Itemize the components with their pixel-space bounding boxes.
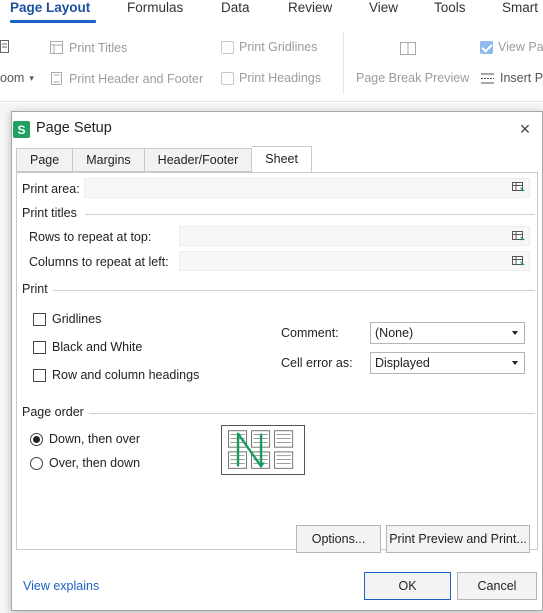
page-setup-icon[interactable]	[0, 40, 10, 54]
tab-margins[interactable]: Margins	[73, 148, 145, 172]
view-page-label: View Pa	[498, 40, 543, 54]
chevron-down-icon	[512, 331, 518, 335]
rows-repeat-input[interactable]	[179, 226, 530, 246]
print-titles-label: Print Titles	[69, 40, 128, 55]
print-gridlines-label: Print Gridlines	[239, 40, 318, 54]
row-col-headings-checkbox[interactable]	[33, 369, 46, 382]
cols-repeat-input[interactable]	[179, 251, 530, 271]
page-break-preview-label: Page Break Preview	[356, 71, 470, 85]
print-titles-button[interactable]: Print Titles	[49, 40, 127, 55]
down-then-over-label: Down, then over	[49, 432, 141, 446]
checkbox-icon	[221, 40, 234, 54]
over-then-down-radio[interactable]	[30, 457, 43, 470]
page-break-icon[interactable]	[399, 41, 417, 56]
gridlines-checkbox[interactable]	[33, 313, 46, 326]
tab-view[interactable]: View	[369, 0, 398, 15]
chevron-down-icon	[512, 361, 518, 365]
print-area-label: Print area:	[22, 182, 80, 196]
print-headings-label: Print Headings	[239, 71, 321, 85]
zoom-dropdown[interactable]: oom ▾	[0, 71, 34, 85]
row-col-headings-label: Row and column headings	[52, 368, 200, 382]
page-order-preview-icon	[221, 425, 305, 475]
insert-page-break-button[interactable]: Insert Pa	[480, 71, 543, 85]
page-setup-dialog: S Page Setup × Page Margins Header/Foote…	[11, 111, 543, 611]
view-page-checkbox[interactable]: View Pa	[480, 40, 543, 54]
print-header-footer-label: Print Header and Footer	[69, 71, 204, 86]
black-white-label: Black and White	[52, 340, 143, 354]
active-tab-indicator	[10, 20, 96, 23]
down-then-over-radio[interactable]	[30, 433, 43, 446]
tab-page-layout[interactable]: Page Layout	[10, 0, 90, 15]
ok-button[interactable]: OK	[364, 572, 451, 600]
cols-repeat-label: Columns to repeat at left:	[29, 255, 169, 269]
print-titles-icon	[50, 41, 63, 54]
dialog-title: Page Setup	[36, 120, 112, 136]
ribbon-body: oom ▾ Print Titles Print Header and Foot…	[0, 26, 543, 102]
tab-tools[interactable]: Tools	[434, 0, 466, 15]
tab-header-footer[interactable]: Header/Footer	[144, 148, 253, 172]
print-area-input[interactable]	[84, 178, 530, 198]
print-titles-group-title: Print titles	[22, 206, 77, 220]
insert-page-break-label: Insert Pa	[500, 71, 543, 85]
cancel-button[interactable]: Cancel	[457, 572, 537, 600]
checkbox-icon	[221, 71, 234, 85]
group-divider	[53, 290, 535, 291]
tab-formulas[interactable]: Formulas	[127, 0, 183, 15]
cell-error-label: Cell error as:	[281, 356, 353, 370]
ribbon-tab-bar: Page Layout Formulas Data Review View To…	[0, 0, 543, 23]
rows-repeat-label: Rows to repeat at top:	[29, 230, 152, 244]
black-white-checkbox[interactable]	[33, 341, 46, 354]
ribbon-divider	[343, 32, 344, 94]
app-logo-icon: S	[13, 121, 30, 138]
range-select-icon[interactable]	[512, 182, 526, 194]
view-explains-link[interactable]: View explains	[23, 579, 99, 593]
tab-page[interactable]: Page	[16, 148, 74, 172]
print-preview-button[interactable]: Print Preview and Print...	[386, 525, 530, 553]
close-button[interactable]: ×	[514, 118, 536, 140]
dialog-titlebar[interactable]: S Page Setup ×	[12, 118, 542, 140]
gridlines-label: Gridlines	[52, 312, 102, 326]
comment-label: Comment:	[281, 326, 339, 340]
insert-break-icon	[481, 73, 494, 83]
tab-review[interactable]: Review	[288, 0, 332, 15]
cell-error-value: Displayed	[375, 356, 430, 370]
dialog-tabs: Page Margins Header/Footer Sheet	[16, 146, 312, 172]
comment-select[interactable]: (None)	[370, 322, 525, 344]
page-order-group-title: Page order	[22, 405, 84, 419]
group-divider	[89, 413, 535, 414]
over-then-down-label: Over, then down	[49, 456, 141, 470]
range-select-icon[interactable]	[512, 256, 526, 268]
options-button[interactable]: Options...	[296, 525, 381, 553]
print-header-footer-button[interactable]: Print Header and Footer	[49, 71, 203, 86]
chevron-down-icon: ▾	[29, 72, 34, 83]
zoom-label: oom	[0, 71, 25, 85]
tab-data[interactable]: Data	[221, 0, 250, 15]
print-headings-checkbox[interactable]: Print Headings	[221, 71, 321, 85]
page-break-preview-button[interactable]: Page Break Preview	[356, 71, 469, 85]
cell-error-select[interactable]: Displayed	[370, 352, 525, 374]
print-group-title: Print	[22, 282, 48, 296]
checkbox-checked-icon	[480, 40, 493, 54]
sheet-tab-panel: Print area: Print titles Rows to repeat …	[16, 172, 538, 550]
group-divider	[85, 214, 535, 215]
tab-sheet[interactable]: Sheet	[252, 146, 312, 172]
range-select-icon[interactable]	[512, 231, 526, 243]
header-footer-icon	[51, 72, 62, 85]
print-gridlines-checkbox[interactable]: Print Gridlines	[221, 40, 318, 54]
comment-value: (None)	[375, 326, 414, 340]
tab-smart[interactable]: Smart	[502, 0, 538, 15]
